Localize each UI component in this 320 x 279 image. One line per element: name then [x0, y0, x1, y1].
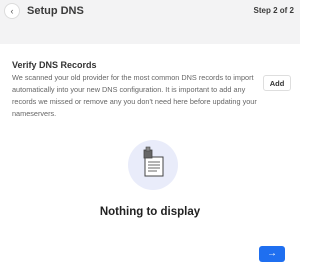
back-button[interactable]: ‹ — [4, 3, 20, 19]
add-record-button[interactable]: Add — [263, 75, 291, 91]
section-title: Verify DNS Records — [12, 60, 97, 70]
next-button[interactable]: → — [259, 246, 285, 262]
chevron-left-icon: ‹ — [10, 5, 14, 16]
document-with-stamp-icon — [143, 146, 164, 177]
empty-state-text: Nothing to display — [99, 206, 201, 218]
empty-state-illustration — [128, 140, 178, 190]
page-title: Setup DNS — [27, 5, 84, 17]
header: ‹ Setup DNS Step 2 of 2 — [0, 0, 300, 24]
setup-dns-app: ‹ Setup DNS Step 2 of 2 Verify DNS Recor… — [0, 0, 300, 279]
step-indicator: Step 2 of 2 — [253, 6, 294, 15]
section-description: We scanned your old provider for the mos… — [12, 73, 257, 118]
dns-records-card: Verify DNS Records We scanned your old p… — [0, 44, 300, 279]
arrow-right-icon: → — [267, 248, 277, 259]
